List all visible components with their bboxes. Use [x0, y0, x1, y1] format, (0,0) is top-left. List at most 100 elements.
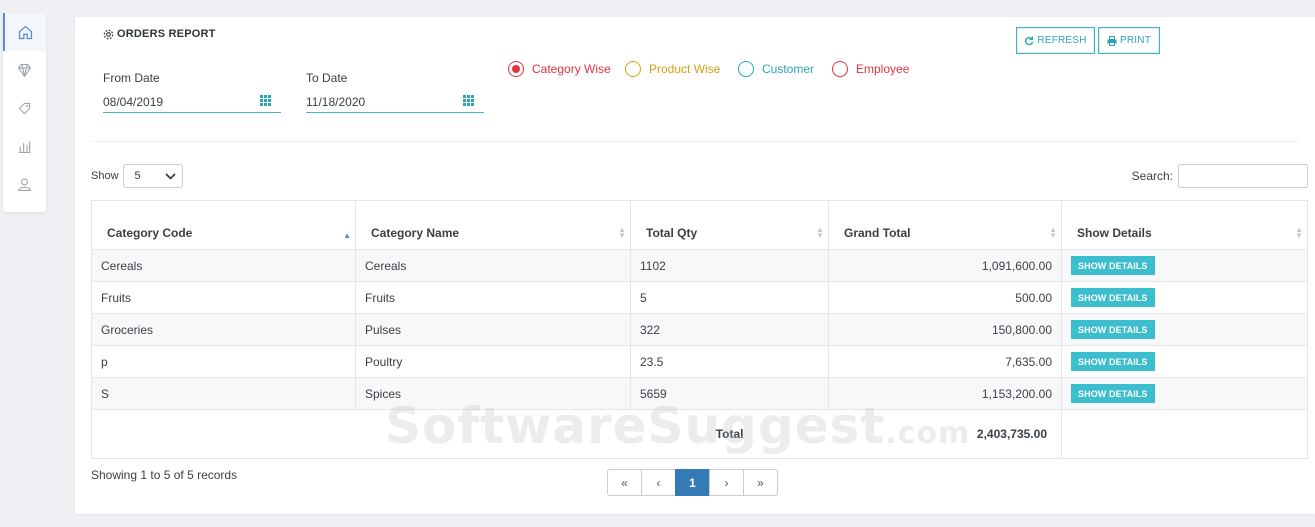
table-row: Fruits Fruits 5 500.00 SHOW DETAILS	[91, 281, 1308, 314]
cell-category-code: Cereals	[91, 249, 356, 282]
cell-show-details: SHOW DETAILS	[1061, 249, 1308, 282]
search-input[interactable]	[1178, 164, 1308, 188]
page-length-select[interactable]: 5	[122, 164, 183, 188]
watermark-logo: SoftwareSuggest.com	[385, 397, 970, 455]
cell-total-qty: 1102	[630, 249, 829, 282]
cell-category-name: Pulses	[355, 313, 631, 346]
radio-label: Product Wise	[649, 62, 721, 76]
printer-icon	[1107, 35, 1117, 46]
cell-category-code: p	[91, 345, 356, 378]
show-details-button[interactable]: SHOW DETAILS	[1071, 384, 1155, 403]
show-label: Show	[91, 170, 119, 182]
user-icon	[17, 177, 32, 191]
print-button[interactable]: PRINT	[1098, 27, 1160, 54]
cell-category-name: Cereals	[355, 249, 631, 282]
cell-grand-total: 1,091,600.00	[828, 249, 1062, 282]
print-label: PRINT	[1120, 35, 1151, 46]
radio-dot	[625, 61, 641, 77]
divider	[91, 141, 1299, 142]
column-header-label: Show Details	[1077, 226, 1152, 240]
from-date-field: From Date	[103, 71, 281, 113]
sidebar-item-home[interactable]	[3, 13, 46, 51]
radio-label: Employee	[856, 62, 910, 76]
cell-grand-total: 7,635.00	[828, 345, 1062, 378]
radio-customer[interactable]: Customer	[738, 61, 832, 77]
records-info: Showing 1 to 5 of 5 records	[91, 468, 238, 482]
cell-show-details: SHOW DETAILS	[1061, 281, 1308, 314]
radio-employee[interactable]: Employee	[832, 61, 922, 77]
page-title-text: ORDERS REPORT	[117, 28, 216, 40]
column-header-grand-total[interactable]: Grand Total ▲ ▼	[828, 200, 1062, 250]
sort-icon: ▲ ▼	[618, 225, 626, 240]
chevron-down-icon	[164, 172, 176, 180]
radio-label: Category Wise	[532, 62, 611, 76]
calendar-icon[interactable]	[260, 95, 271, 106]
show-details-button[interactable]: SHOW DETAILS	[1071, 320, 1155, 339]
column-header-category-code[interactable]: Category Code ▲	[91, 200, 356, 250]
radio-label: Customer	[762, 62, 815, 76]
diamond-icon	[17, 63, 32, 77]
radio-dot	[738, 61, 754, 77]
page-length-control: Show 5	[91, 164, 183, 188]
sidebar-item-tags[interactable]	[3, 89, 46, 127]
cell-category-code: S	[91, 377, 356, 410]
table-row: Groceries Pulses 322 150,800.00 SHOW DET…	[91, 313, 1308, 346]
page-number-button[interactable]: 1	[675, 469, 710, 496]
page-first-button[interactable]: «	[607, 469, 642, 496]
radio-dot	[832, 61, 848, 77]
tag-icon	[18, 102, 31, 114]
home-icon	[18, 25, 33, 39]
table-header-row: Category Code ▲ Category Name ▲ ▼ Total Q…	[91, 200, 1308, 250]
cell-category-code: Fruits	[91, 281, 356, 314]
radio-product-wise[interactable]: Product Wise	[625, 61, 738, 77]
show-details-button[interactable]: SHOW DETAILS	[1071, 352, 1155, 371]
column-header-category-name[interactable]: Category Name ▲ ▼	[355, 200, 631, 250]
table-row: Cereals Cereals 1102 1,091,600.00 SHOW D…	[91, 249, 1308, 282]
gear-icon	[103, 29, 114, 39]
column-header-label: Total Qty	[646, 226, 698, 240]
cell-total-qty: 23.5	[630, 345, 829, 378]
page-last-button[interactable]: »	[743, 469, 778, 496]
sort-icon: ▲ ▼	[816, 225, 824, 240]
total-empty-cell	[1061, 409, 1308, 459]
show-details-button[interactable]: SHOW DETAILS	[1071, 288, 1155, 307]
orders-report-card: ORDERS REPORT From Date To Date Category…	[75, 17, 1315, 514]
show-details-button[interactable]: SHOW DETAILS	[1071, 256, 1155, 275]
cell-category-name: Poultry	[355, 345, 631, 378]
sidebar-item-users[interactable]	[3, 165, 46, 203]
table-row: p Poultry 23.5 7,635.00 SHOW DETAILS	[91, 345, 1308, 378]
cell-grand-total: 150,800.00	[828, 313, 1062, 346]
from-date-input[interactable]	[103, 92, 281, 113]
column-header-show-details[interactable]: Show Details ▲ ▼	[1061, 200, 1308, 250]
cell-grand-total: 500.00	[828, 281, 1062, 314]
refresh-icon	[1025, 36, 1034, 45]
to-date-input[interactable]	[306, 92, 484, 113]
column-header-label: Category Name	[371, 226, 460, 240]
to-date-field: To Date	[306, 71, 484, 113]
radio-dot	[508, 61, 524, 77]
column-header-total-qty[interactable]: Total Qty ▲ ▼	[630, 200, 829, 250]
search-control: Search:	[1132, 164, 1308, 188]
sort-icon: ▲	[343, 231, 351, 240]
sidebar-item-products[interactable]	[3, 51, 46, 89]
bar-chart-icon	[18, 140, 31, 153]
watermark-suffix: .com	[885, 416, 971, 451]
cell-total-qty: 5	[630, 281, 829, 314]
column-header-label: Grand Total	[844, 226, 911, 240]
pagination: « ‹ 1 › »	[607, 469, 778, 496]
to-date-label: To Date	[306, 71, 348, 85]
cell-category-name: Fruits	[355, 281, 631, 314]
search-label: Search:	[1131, 169, 1173, 183]
cell-category-code: Groceries	[91, 313, 356, 346]
radio-category-wise[interactable]: Category Wise	[508, 61, 625, 77]
page-next-button[interactable]: ›	[709, 469, 744, 496]
from-date-label: From Date	[103, 71, 160, 85]
page-title: ORDERS REPORT	[103, 28, 216, 40]
sidebar-item-reports[interactable]	[3, 127, 46, 165]
refresh-button[interactable]: REFRESH	[1016, 27, 1095, 54]
calendar-icon[interactable]	[463, 95, 474, 106]
sort-icon: ▲ ▼	[1295, 225, 1303, 240]
cell-show-details: SHOW DETAILS	[1061, 313, 1308, 346]
sort-icon: ▲ ▼	[1049, 225, 1057, 240]
page-prev-button[interactable]: ‹	[641, 469, 676, 496]
